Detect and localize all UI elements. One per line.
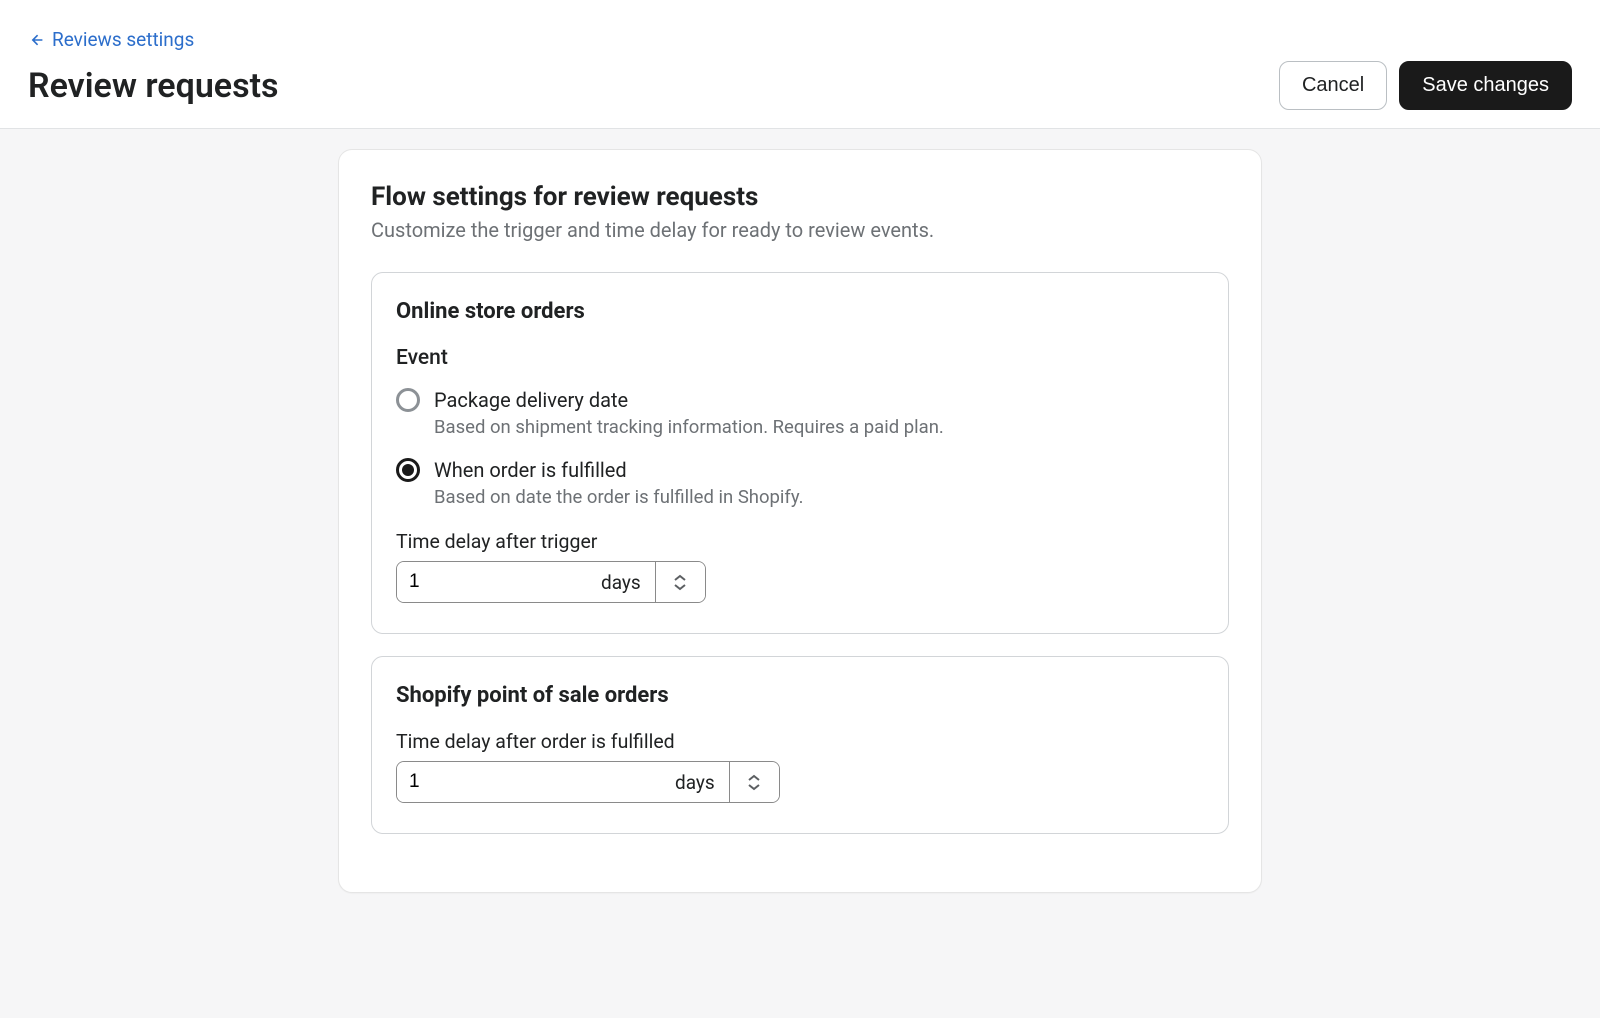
online-delay-field: days <box>396 561 706 603</box>
breadcrumb-label: Reviews settings <box>52 28 194 51</box>
radio-text: Package delivery date Based on shipment … <box>434 386 944 438</box>
radio-input[interactable] <box>396 458 420 482</box>
card-subtitle: Customize the trigger and time delay for… <box>371 218 1229 242</box>
quantity-stepper[interactable] <box>655 562 705 602</box>
save-button[interactable]: Save changes <box>1399 61 1572 110</box>
online-delay-unit: days <box>597 562 655 602</box>
radio-input[interactable] <box>396 388 420 412</box>
pos-panel-title: Shopify point of sale orders <box>396 683 1204 708</box>
event-label: Event <box>396 346 1204 370</box>
pos-delay-input[interactable] <box>397 762 671 802</box>
radio-order-fulfilled[interactable]: When order is fulfilled Based on date th… <box>396 456 1204 508</box>
pos-delay-label: Time delay after order is fulfilled <box>396 730 1204 753</box>
radio-label: When order is fulfilled <box>434 456 804 484</box>
chevron-down-icon <box>674 583 686 591</box>
chevron-down-icon <box>748 783 760 791</box>
breadcrumb-back[interactable]: Reviews settings <box>28 28 194 51</box>
cancel-button[interactable]: Cancel <box>1279 61 1387 110</box>
page-title: Review requests <box>28 66 278 106</box>
card-title: Flow settings for review requests <box>371 182 1229 212</box>
radio-label: Package delivery date <box>434 386 944 414</box>
online-panel-title: Online store orders <box>396 299 1204 324</box>
chevron-up-icon <box>674 574 686 582</box>
pos-delay-field: days <box>396 761 780 803</box>
settings-card: Flow settings for review requests Custom… <box>338 149 1262 893</box>
header-row: Review requests Cancel Save changes <box>28 61 1572 110</box>
online-orders-panel: Online store orders Event Package delive… <box>371 272 1229 634</box>
quantity-stepper[interactable] <box>729 762 779 802</box>
radio-desc: Based on date the order is fulfilled in … <box>434 486 804 508</box>
header-actions: Cancel Save changes <box>1279 61 1572 110</box>
content-area: Flow settings for review requests Custom… <box>0 129 1600 1018</box>
radio-text: When order is fulfilled Based on date th… <box>434 456 804 508</box>
radio-desc: Based on shipment tracking information. … <box>434 416 944 438</box>
arrow-left-icon <box>28 32 44 48</box>
online-delay-label: Time delay after trigger <box>396 530 1204 553</box>
chevron-up-icon <box>748 774 760 782</box>
radio-package-delivery[interactable]: Package delivery date Based on shipment … <box>396 386 1204 438</box>
pos-orders-panel: Shopify point of sale orders Time delay … <box>371 656 1229 834</box>
page-header: Reviews settings Review requests Cancel … <box>0 0 1600 129</box>
pos-delay-unit: days <box>671 762 729 802</box>
online-delay-input[interactable] <box>397 562 597 602</box>
